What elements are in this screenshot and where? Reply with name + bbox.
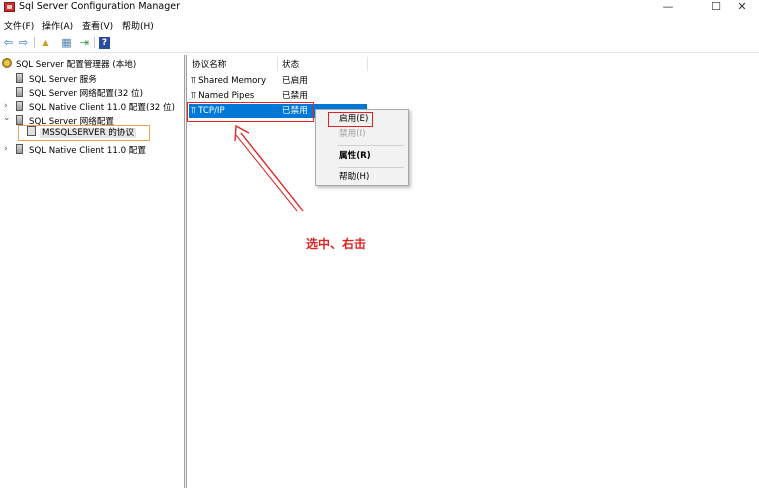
annotation-arrow: [234, 124, 304, 212]
annotation-label: 选中、右击: [306, 237, 367, 251]
annotation-arrow-line-2: [235, 134, 298, 212]
annotation-arrow-line: [240, 132, 304, 212]
